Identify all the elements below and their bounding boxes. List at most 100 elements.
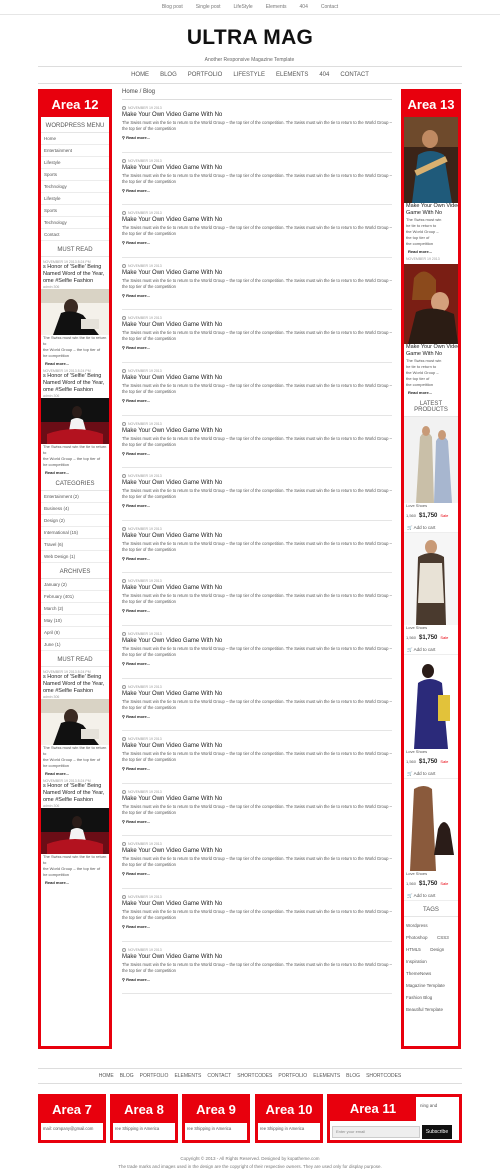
post-title[interactable]: Make Your Own Video Game With No <box>122 533 392 539</box>
mainnav-404[interactable]: 404 <box>319 72 329 78</box>
read-more-link[interactable]: ⚲ Read more... <box>122 451 392 456</box>
blog-post[interactable]: NOVEMBER 19 2013 Make Your Own Video Game… <box>122 626 392 679</box>
archive-item[interactable]: May (10) <box>41 615 109 627</box>
post-title[interactable]: Make Your Own Video Game With No <box>122 322 392 328</box>
product-item[interactable]: Love Shoes 1,560 $1,750 Sale 🛒 Add to ca… <box>404 533 458 655</box>
read-more-link[interactable]: ⚲ Read more... <box>122 345 392 350</box>
read-more-link[interactable]: ⚲ Read more... <box>122 503 392 508</box>
add-to-cart-button[interactable]: 🛒 Add to cart <box>404 769 458 779</box>
tag-item[interactable]: CSS3 <box>437 934 449 942</box>
category-item[interactable]: Entertainment (2) <box>41 491 109 503</box>
blog-post[interactable]: NOVEMBER 19 2013 Make Your Own Video Game… <box>122 310 392 363</box>
category-item[interactable]: International (15) <box>41 527 109 539</box>
topnav-blog-post[interactable]: Blog post <box>162 4 183 10</box>
archive-item[interactable]: March (2) <box>41 603 109 615</box>
blog-post[interactable]: NOVEMBER 19 2013 Make Your Own Video Game… <box>122 836 392 889</box>
product-image[interactable] <box>404 533 458 625</box>
post-image[interactable] <box>404 117 458 203</box>
blog-post[interactable]: NOVEMBER 19 2013 Make Your Own Video Game… <box>122 468 392 521</box>
must-read-item[interactable]: NOVEMBER 19 2013 8:24 PM s Honor of 'Sel… <box>41 260 109 366</box>
post-title[interactable]: Make Your Own Video Game With No <box>122 901 392 907</box>
post-image[interactable] <box>41 398 109 444</box>
menu-item-entertainment[interactable]: Entertainment <box>41 145 109 157</box>
must-read-item[interactable]: NOVEMBER 19 2013 8:24 PM s Honor of 'Sel… <box>41 670 109 776</box>
post-title[interactable]: s Honor of 'Selfie' Being <box>41 264 109 271</box>
post-title[interactable]: Make Your Own Video Game With No <box>122 796 392 802</box>
blog-post[interactable]: NOVEMBER 19 2013 Make Your Own Video Game… <box>122 153 392 206</box>
blog-post[interactable]: NOVEMBER 19 2013 Make Your Own Video Game… <box>122 731 392 784</box>
read-more-link[interactable]: ⚲ Read more... <box>122 661 392 666</box>
read-more-link[interactable]: ⚲ Read more... <box>122 819 392 824</box>
footnav-home[interactable]: HOME <box>99 1073 114 1079</box>
tag-item[interactable]: HTML5 <box>406 946 421 954</box>
email-input[interactable]: Enter your email <box>332 1125 420 1138</box>
contact-email[interactable]: mail: company@gmail.com <box>41 1123 103 1134</box>
blog-post[interactable]: NOVEMBER 19 2013 Make Your Own Video Game… <box>122 416 392 469</box>
mainnav-contact[interactable]: CONTACT <box>340 72 369 78</box>
tag-item[interactable]: Inspiration <box>406 958 427 966</box>
footnav-elements[interactable]: ELEMENTS <box>174 1073 201 1079</box>
category-item[interactable]: Travel (6) <box>41 539 109 551</box>
post-title[interactable]: Named Word of the Year, <box>41 790 109 797</box>
footnav-portfolio[interactable]: PORTFOLIO <box>278 1073 307 1079</box>
mainnav-portfolio[interactable]: PORTFOLIO <box>188 72 223 78</box>
post-title[interactable]: s Honor of 'Selfie' Being <box>41 783 109 790</box>
add-to-cart-button[interactable]: 🛒 Add to cart <box>404 645 458 655</box>
archive-item[interactable]: June (1) <box>41 639 109 651</box>
menu-item-technology[interactable]: Technology <box>41 217 109 229</box>
read-more-link[interactable]: Read more... <box>41 880 109 885</box>
post-image[interactable] <box>41 808 109 854</box>
post-title[interactable]: s Honor of 'Selfie' Being <box>41 674 109 681</box>
read-more-link[interactable]: ⚲ Read more... <box>122 977 392 982</box>
footnav-portfolio[interactable]: PORTFOLIO <box>140 1073 169 1079</box>
blog-post[interactable]: NOVEMBER 19 2013 Make Your Own Video Game… <box>122 784 392 837</box>
archive-item[interactable]: April (8) <box>41 627 109 639</box>
topnav-404[interactable]: 404 <box>300 4 308 10</box>
menu-item-sports[interactable]: Sports <box>41 169 109 181</box>
footnav-contact[interactable]: CONTACT <box>207 1073 231 1079</box>
tag-item[interactable]: Design <box>430 946 444 954</box>
blog-post[interactable]: NOVEMBER 19 2013 Make Your Own Video Game… <box>122 205 392 258</box>
read-more-link[interactable]: ⚲ Read more... <box>122 924 392 929</box>
footnav-blog[interactable]: BLOG <box>120 1073 134 1079</box>
post-title[interactable]: Make Your Own Video Game With No <box>122 848 392 854</box>
blog-post[interactable]: NOVEMBER 19 2013 Make Your Own Video Game… <box>122 363 392 416</box>
post-title[interactable]: s Honor of 'Selfie' Being <box>41 373 109 380</box>
read-more-link[interactable]: Read more... <box>41 470 109 475</box>
menu-item-sports[interactable]: Sports <box>41 205 109 217</box>
blog-post[interactable]: NOVEMBER 19 2013 Make Your Own Video Game… <box>122 889 392 942</box>
product-item[interactable]: Love Shoes 1,560 $1,750 Sale 🛒 Add to ca… <box>404 417 458 533</box>
tag-item[interactable]: Wordpress <box>406 922 428 930</box>
menu-item-technology[interactable]: Technology <box>41 181 109 193</box>
site-logo[interactable]: ULTRA MAG <box>0 27 500 48</box>
tag-item[interactable]: Photoshop <box>406 934 428 942</box>
blog-post[interactable]: NOVEMBER 19 2013 Make Your Own Video Game… <box>122 100 392 153</box>
add-to-cart-button[interactable]: 🛒 Add to cart <box>404 523 458 533</box>
category-item[interactable]: Business (4) <box>41 503 109 515</box>
footnav-shortcodes[interactable]: SHORTCODES <box>366 1073 401 1079</box>
footnav-blog[interactable]: BLOG <box>346 1073 360 1079</box>
post-title[interactable]: ome #Selfie Fashion <box>41 688 109 695</box>
post-title[interactable]: Named Word of the Year, <box>41 380 109 387</box>
breadcrumb[interactable]: Home / Blog <box>122 89 392 100</box>
must-read-item[interactable]: NOVEMBER 19 2013 8:24 PM s Honor of 'Sel… <box>41 779 109 885</box>
read-more-link[interactable]: Read more... <box>41 771 109 776</box>
mainnav-home[interactable]: HOME <box>131 72 149 78</box>
archive-item[interactable]: January (2) <box>41 579 109 591</box>
read-more-link[interactable]: ⚲ Read more... <box>122 398 392 403</box>
topnav-contact[interactable]: Contact <box>321 4 338 10</box>
topnav-single-post[interactable]: Single post <box>196 4 221 10</box>
read-more-link[interactable]: ⚲ Read more... <box>122 240 392 245</box>
post-title[interactable]: Make Your Own Video Game With No <box>122 428 392 434</box>
post-title[interactable]: Make Your Own Video Game With No <box>122 217 392 223</box>
tag-item[interactable]: ThemeNews <box>406 970 431 978</box>
post-title[interactable]: Named Word of the Year, <box>41 271 109 278</box>
post-title[interactable]: Make Your Own Video Game With No <box>122 585 392 591</box>
read-more-link[interactable]: Read more... <box>404 390 458 395</box>
blog-post[interactable]: NOVEMBER 19 2013 Make Your Own Video Game… <box>122 573 392 626</box>
post-title[interactable]: Make Your Own Video Game With No <box>122 638 392 644</box>
post-title[interactable]: Make Your Own Video Game With No <box>122 743 392 749</box>
tag-item[interactable]: Beautiful Template <box>406 1006 443 1014</box>
add-to-cart-button[interactable]: 🛒 Add to cart <box>404 891 458 901</box>
category-item[interactable]: Web Design (1) <box>41 551 109 563</box>
